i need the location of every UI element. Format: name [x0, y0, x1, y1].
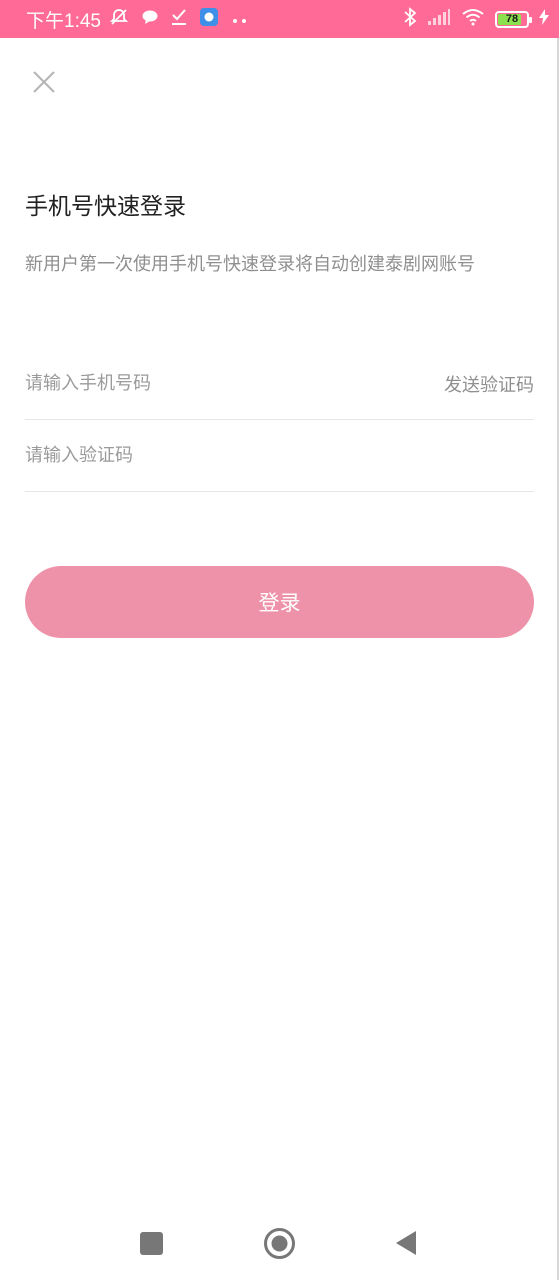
download-check-icon — [171, 8, 187, 30]
login-screen: 下午1:45 78 手机号快速登录 新用户第一次使用手机号快速登录将自动创建泰剧… — [0, 0, 559, 1280]
phone-input[interactable] — [25, 373, 365, 394]
status-time: 下午1:45 — [26, 10, 101, 32]
signal-icon — [427, 8, 451, 30]
back-icon[interactable] — [394, 1229, 418, 1257]
close-icon — [33, 71, 55, 93]
status-left-icons — [109, 7, 249, 31]
send-code-button[interactable]: 发送验证码 — [444, 371, 534, 397]
muted-notification-icon — [109, 7, 129, 31]
battery-level: 78 — [505, 13, 519, 25]
status-right-icons: 78 — [403, 7, 549, 31]
status-bar: 下午1:45 78 — [0, 0, 559, 38]
more-dots-icon — [231, 10, 249, 29]
page-subtitle: 新用户第一次使用手机号快速登录将自动创建泰剧网账号 — [25, 254, 475, 275]
bluetooth-icon — [403, 7, 417, 31]
close-button[interactable] — [28, 66, 60, 98]
home-icon[interactable] — [263, 1227, 296, 1260]
charging-icon — [539, 9, 549, 29]
system-nav-bar — [0, 1210, 559, 1280]
wifi-icon — [461, 8, 485, 30]
login-button[interactable]: 登录 — [25, 566, 534, 638]
page-title: 手机号快速登录 — [25, 194, 186, 220]
phone-field-row: 发送验证码 — [25, 348, 534, 420]
app-badge-icon — [199, 7, 219, 31]
code-field-row — [25, 420, 534, 492]
verification-code-input[interactable] — [25, 445, 365, 466]
battery-icon: 78 — [495, 10, 532, 28]
battery-cap — [529, 16, 532, 23]
recent-apps-icon[interactable] — [140, 1232, 163, 1255]
chat-bubble-icon — [141, 8, 159, 30]
